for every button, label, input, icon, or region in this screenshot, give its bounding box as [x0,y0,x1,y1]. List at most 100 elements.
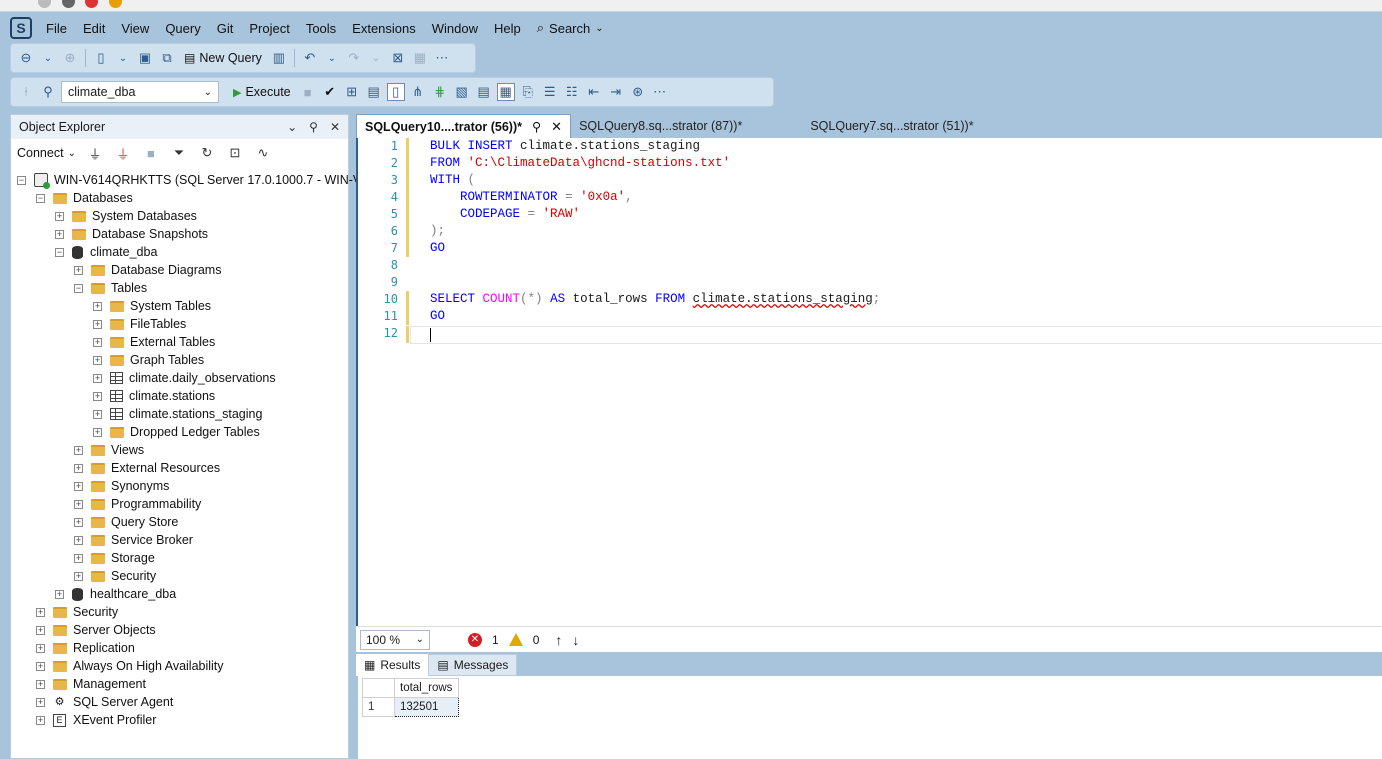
expand-icon[interactable]: + [93,373,102,383]
expand-icon[interactable]: + [74,553,83,563]
expand-icon[interactable]: + [55,229,64,239]
arrow-down-icon[interactable]: ↓ [572,632,579,648]
menu-extensions[interactable]: Extensions [344,21,424,36]
expand-icon[interactable]: + [74,481,83,491]
tree-node-query-store[interactable]: + Query Store [74,513,178,531]
summary-icon[interactable]: ⊡ [226,144,244,162]
window-control-icon[interactable] [85,0,98,8]
tree-node-table-stations[interactable]: + climate.stations [93,387,215,405]
tree-node-dropped-ledger-tables[interactable]: + Dropped Ledger Tables [93,423,260,441]
tree-node-always-on[interactable]: + Always On High Availability [36,657,224,675]
expand-icon[interactable]: + [36,679,45,689]
tree-node-climate-dba[interactable]: − climate_dba [55,243,157,261]
close-icon[interactable]: ✕ [330,120,340,134]
connect-icon[interactable]: ⍿ [17,83,35,101]
tree-node-system-databases[interactable]: + System Databases [55,207,197,225]
collapse-icon[interactable]: − [17,175,26,185]
tree-node-db-security[interactable]: + Security [74,567,156,585]
expand-icon[interactable]: + [55,589,64,599]
chevron-down-icon[interactable]: ⌄ [114,49,132,67]
result-cell[interactable]: 132501 [394,697,459,717]
chevron-down-icon[interactable]: ⌄ [323,49,341,67]
results-to-text-icon[interactable]: ▤ [475,83,493,101]
results-to-file-icon[interactable]: ⎘ [519,83,537,101]
expand-icon[interactable]: + [93,355,102,365]
expand-icon[interactable]: + [36,643,45,653]
tree-node-replication[interactable]: + Replication [36,639,135,657]
expand-icon[interactable]: + [36,661,45,671]
results-grid-icon[interactable]: ▦ [496,83,515,101]
results-to-grid-icon[interactable]: ▯ [386,83,405,101]
expand-icon[interactable]: + [74,517,83,527]
tree-node-tables[interactable]: − Tables [74,279,147,297]
expand-icon[interactable]: + [36,625,45,635]
expand-icon[interactable]: + [93,337,102,347]
pin-icon[interactable]: ⚲ [309,120,318,134]
row-number-header[interactable] [362,678,395,698]
expand-icon[interactable]: + [93,427,102,437]
more-icon[interactable]: ⋯ [433,49,451,67]
new-file-icon[interactable]: ▯ [92,49,110,67]
tree-node-filetables[interactable]: + FileTables [93,315,186,333]
window-control-icon[interactable] [38,0,51,8]
collapse-icon[interactable]: − [74,283,83,293]
tree-node-server[interactable]: − WIN-V614QRHKTTS (SQL Server 17.0.1000.… [17,171,391,189]
pin-icon[interactable]: ⚲ [532,119,541,134]
menu-view[interactable]: View [113,21,157,36]
forward-icon[interactable]: ⊕ [61,49,79,67]
tree-node-sql-server-agent[interactable]: + ⚙ SQL Server Agent [36,693,173,711]
client-stats-icon[interactable]: ▧ [453,83,471,101]
change-connection-icon[interactable]: ⚲ [39,83,57,101]
tree-node-databases[interactable]: − Databases [36,189,133,207]
query-file-icon[interactable]: ▥ [270,49,288,67]
more-icon[interactable]: ⋯ [651,83,669,101]
tree-node-healthcare-dba[interactable]: + healthcare_dba [55,585,176,603]
menu-help[interactable]: Help [486,21,529,36]
tree-node-external-resources[interactable]: + External Resources [74,459,220,477]
expand-icon[interactable]: + [93,301,102,311]
stop-icon[interactable]: ■ [142,144,160,162]
menu-query[interactable]: Query [157,21,208,36]
save-all-icon[interactable]: ⧉ [158,49,176,67]
query-editor[interactable]: 1 2 3 4 5 6 7 8 9 10 11 12 BULK INSERT c… [356,138,1382,626]
tree-node-graph-tables[interactable]: + Graph Tables [93,351,204,369]
menu-git[interactable]: Git [209,21,242,36]
back-icon[interactable]: ⊖ [17,49,35,67]
collapse-icon[interactable]: − [55,247,64,257]
column-header[interactable]: total_rows [394,678,459,698]
expand-icon[interactable]: + [36,715,45,725]
expand-icon[interactable]: + [74,499,83,509]
expand-icon[interactable]: + [74,265,83,275]
arrow-up-icon[interactable]: ↑ [555,632,562,648]
tab-sqlquery10[interactable]: SQLQuery10....trator (56))* ⚲ ✕ [356,114,572,138]
execute-button[interactable]: ▶ Execute [229,85,295,99]
tree-node-views[interactable]: + Views [74,441,144,459]
row-number[interactable]: 1 [362,697,395,717]
expand-icon[interactable]: + [36,697,45,707]
tree-node-service-broker[interactable]: + Service Broker [74,531,193,549]
undo-icon[interactable]: ↶ [301,49,319,67]
live-stats-icon[interactable]: ⋕ [431,83,449,101]
tree-node-xevent-profiler[interactable]: + E XEvent Profiler [36,711,156,729]
menu-file[interactable]: File [38,21,75,36]
chevron-down-icon[interactable]: ⌄ [367,49,385,67]
expand-icon[interactable]: + [93,409,102,419]
menu-tools[interactable]: Tools [298,21,344,36]
include-plan-icon[interactable]: ⋔ [409,83,427,101]
error-icon[interactable]: ✕ [468,632,482,647]
stop-icon[interactable]: ■ [299,83,317,101]
uncomment-icon[interactable]: ☷ [563,83,581,101]
tab-sqlquery8[interactable]: SQLQuery8.sq...strator (87))* [571,114,802,138]
tree-node-database-snapshots[interactable]: + Database Snapshots [55,225,208,243]
tree-node-table-daily-observations[interactable]: + climate.daily_observations [93,369,276,387]
warning-icon[interactable] [508,633,523,646]
menu-edit[interactable]: Edit [75,21,113,36]
expand-icon[interactable]: + [93,391,102,401]
disconnect-icon[interactable]: ⏚ [114,144,132,162]
plug-icon[interactable]: ⏚ [86,144,104,162]
increase-indent-icon[interactable]: ⇥ [607,83,625,101]
expand-icon[interactable]: + [36,607,45,617]
filter-icon[interactable]: ⏷ [170,144,188,162]
close-icon[interactable]: ✕ [551,119,562,135]
decrease-indent-icon[interactable]: ⇤ [585,83,603,101]
